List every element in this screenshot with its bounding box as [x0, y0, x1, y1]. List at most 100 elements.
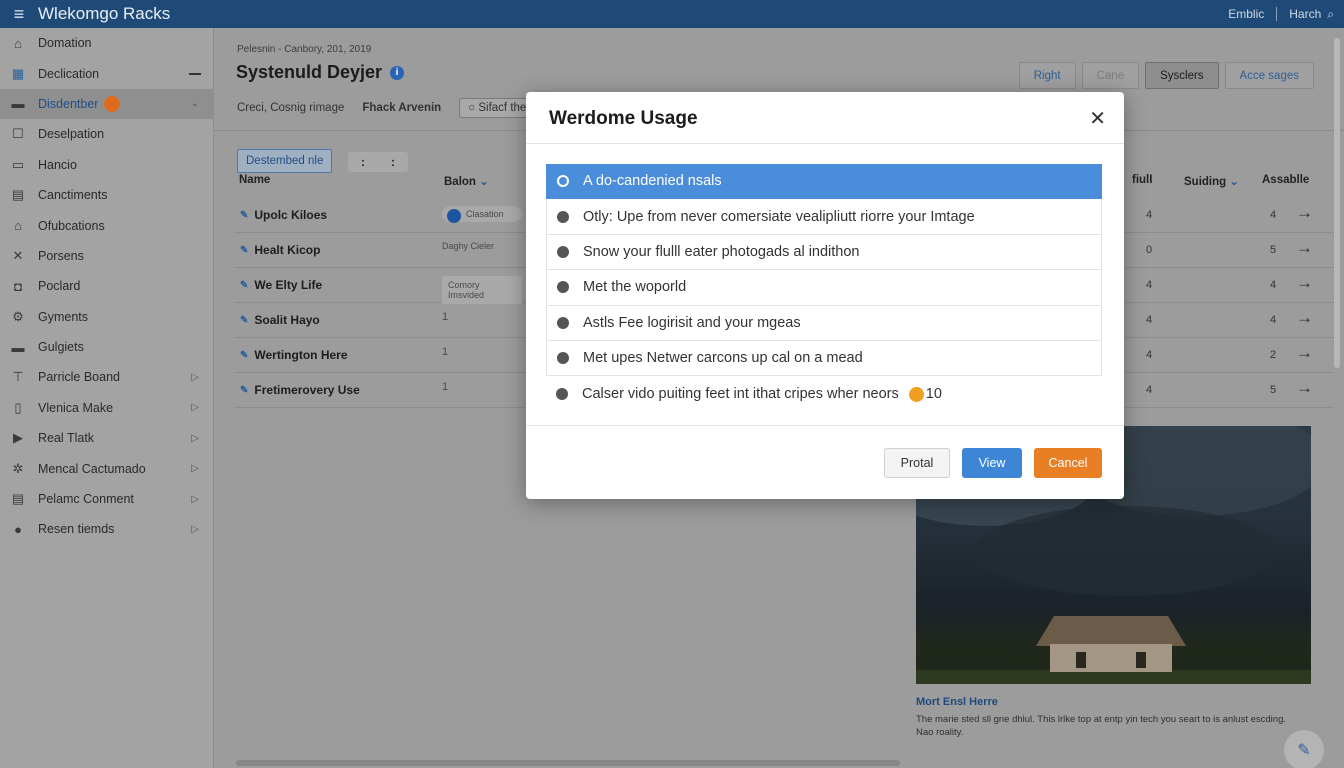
- edit-icon[interactable]: ✎: [240, 350, 248, 361]
- right-button[interactable]: Right: [1018, 62, 1076, 89]
- sidebar-item-label: Ofubcations: [38, 218, 105, 233]
- option-label: Snow your flulll eater photogads al indi…: [583, 243, 860, 260]
- row-name: ✎ Fretimerovery Use: [240, 383, 360, 397]
- option-label: Met the woporld: [583, 279, 687, 296]
- status-text: Daghy Cieler: [442, 241, 495, 251]
- acce-sages-button[interactable]: Acce sages: [1224, 62, 1314, 89]
- edit-icon[interactable]: ✎: [240, 315, 248, 326]
- table-tab[interactable]: Destembed nle: [237, 149, 333, 173]
- chevron-right-icon[interactable]: ▷: [191, 433, 199, 444]
- option-item-3[interactable]: Met the woporld: [546, 270, 1102, 306]
- sidebar-item-12[interactable]: ▯ Vlenica Make ▷: [0, 393, 213, 423]
- option-item-2[interactable]: Snow your flulll eater photogads al indi…: [546, 234, 1102, 271]
- cell-value: 0: [1146, 244, 1153, 256]
- sidebar-item-label: Porsens: [38, 248, 84, 263]
- sidebar-item-11[interactable]: ⊤ Parricle Boand ▷: [0, 362, 213, 392]
- square-icon: ☐: [12, 126, 24, 142]
- sidebar-item-label: Gyments: [38, 309, 89, 324]
- arrow-right-icon[interactable]: →: [1296, 378, 1313, 398]
- sidebar-item-15[interactable]: ▤ Pelamc Conment ▷: [0, 484, 213, 514]
- arrow-right-icon[interactable]: →: [1296, 238, 1313, 258]
- option-item-0[interactable]: A do-candenied nsals: [546, 164, 1102, 200]
- breadcrumb: Pelesnin - Canbory, 201, 2019: [237, 44, 372, 55]
- cloud-shape: [976, 506, 1276, 596]
- sidebar-item-label: Real Tlatk: [38, 431, 95, 446]
- edit-icon[interactable]: ✎: [240, 210, 248, 221]
- vertical-scrollbar[interactable]: [1334, 38, 1340, 368]
- column-header-name[interactable]: Name: [239, 174, 270, 186]
- card-title[interactable]: Mort Ensl Herre: [916, 696, 998, 708]
- edit-icon[interactable]: ✎: [240, 385, 248, 396]
- cancel-button[interactable]: Cancel: [1034, 448, 1102, 478]
- sysclers-button[interactable]: Sysclers: [1145, 62, 1219, 89]
- sidebar-item-6[interactable]: ⌂ Ofubcations: [0, 210, 213, 240]
- sidebar-item-label: Mencal Cactumado: [38, 461, 146, 476]
- edit-icon[interactable]: ✎: [240, 280, 248, 291]
- column-header-c2[interactable]: Suiding ⌄: [1184, 174, 1239, 188]
- cell-value: 5: [1270, 244, 1277, 256]
- column-header-c1[interactable]: fiulI: [1132, 174, 1152, 186]
- column-header-c3[interactable]: Assablle: [1262, 174, 1309, 186]
- row-name: ✎ Upolc Kiloes: [240, 208, 327, 222]
- row-name-text: Fretimerovery Use: [254, 383, 360, 397]
- filter-label[interactable]: Creci, Cosnig rimage: [237, 102, 344, 114]
- cottage-shape: [1036, 616, 1186, 676]
- sidebar-item-3[interactable]: ☐ Deselpation: [0, 119, 213, 149]
- sidebar-item-5[interactable]: ▤ Canctiments: [0, 180, 213, 210]
- more-options-button[interactable]: ::: [348, 152, 408, 172]
- arrow-right-icon[interactable]: →: [1296, 273, 1313, 293]
- arrow-right-icon[interactable]: →: [1296, 203, 1313, 223]
- option-label: Otly: Upe from never comersiate vealipli…: [583, 208, 975, 225]
- view-button[interactable]: View: [962, 448, 1022, 478]
- sidebar-item-16[interactable]: ● Resen tiemds ▷: [0, 514, 213, 544]
- option-item-5[interactable]: Met upes Netwer carcons up cal on a mead: [546, 340, 1102, 377]
- arrow-right-icon[interactable]: →: [1296, 308, 1313, 328]
- chevron-right-icon[interactable]: ▷: [191, 524, 199, 535]
- chevron-right-icon[interactable]: ▷: [191, 494, 199, 505]
- top-link-1[interactable]: Emblic: [1228, 7, 1264, 21]
- sidebar-item-7[interactable]: ✕ Porsens: [0, 241, 213, 271]
- sidebar-item-10[interactable]: ▬ Gulgiets: [0, 332, 213, 362]
- filter-chip[interactable]: ○ Sifacf the: [459, 98, 536, 118]
- sidebar-item-9[interactable]: ⚙ Gyments: [0, 302, 213, 332]
- top-link-2[interactable]: Harch: [1289, 7, 1321, 21]
- filter-owner[interactable]: Fhack Arvenin: [362, 102, 441, 114]
- column-header-status[interactable]: Balon ⌄: [444, 174, 489, 188]
- arrow-right-icon[interactable]: →: [1296, 343, 1313, 363]
- radio-icon: [556, 388, 568, 401]
- sidebar-item-0[interactable]: ⌂ Domation: [0, 28, 213, 58]
- sidebar-item-13[interactable]: ▶ Real Tlatk ▷: [0, 423, 213, 453]
- page-icon: ▤: [11, 491, 25, 507]
- hamburger-menu-icon[interactable]: ≡: [0, 4, 38, 25]
- row-name: ✎ Wertington Here: [240, 348, 348, 362]
- option-item-6[interactable]: Calser vido puiting feet int ithat cripe…: [546, 376, 1102, 411]
- sidebar-item-8[interactable]: ◘ Poclard: [0, 271, 213, 301]
- edit-fab-button[interactable]: ✎: [1284, 730, 1324, 768]
- option-item-1[interactable]: Otly: Upe from never comersiate vealipli…: [546, 199, 1102, 235]
- edit-icon[interactable]: ✎: [240, 245, 248, 256]
- collapse-dash-icon[interactable]: [189, 72, 201, 75]
- chevron-right-icon[interactable]: ▷: [191, 402, 199, 413]
- sidebar-item-4[interactable]: ▭ Hancio: [0, 150, 213, 180]
- chevron-right-icon[interactable]: ▷: [191, 463, 199, 474]
- protal-button[interactable]: Protal: [884, 448, 950, 478]
- sidebar-item-14[interactable]: ✲ Mencal Cactumado ▷: [0, 453, 213, 483]
- cell-value: 4: [1270, 209, 1277, 221]
- file-icon: ▯: [14, 399, 22, 415]
- sidebar-item-1[interactable]: ▦ Declication: [0, 58, 213, 88]
- sidebar-item-label: Pelamc Conment: [38, 492, 134, 507]
- search-icon[interactable]: ⌕: [1327, 7, 1334, 22]
- horizontal-scrollbar[interactable]: [236, 760, 900, 766]
- info-icon[interactable]: i: [390, 65, 405, 80]
- status-pill: Clasation: [442, 206, 522, 223]
- cell-value: 4: [1146, 384, 1153, 396]
- option-item-4[interactable]: Astls Fee logirisit and your mgeas: [546, 305, 1102, 341]
- door-shape: [1136, 652, 1146, 668]
- close-icon[interactable]: ✕: [1089, 106, 1106, 131]
- chevron-down-icon[interactable]: ⌄: [191, 98, 199, 109]
- chevron-down-icon: ⌄: [1229, 176, 1240, 188]
- sidebar-item-2[interactable]: ▬ Disdentber ⌄: [0, 88, 213, 120]
- sidebar-item-label: Deselpation: [38, 127, 105, 142]
- cane-button[interactable]: Cane: [1081, 62, 1140, 89]
- chevron-right-icon[interactable]: ▷: [191, 372, 199, 383]
